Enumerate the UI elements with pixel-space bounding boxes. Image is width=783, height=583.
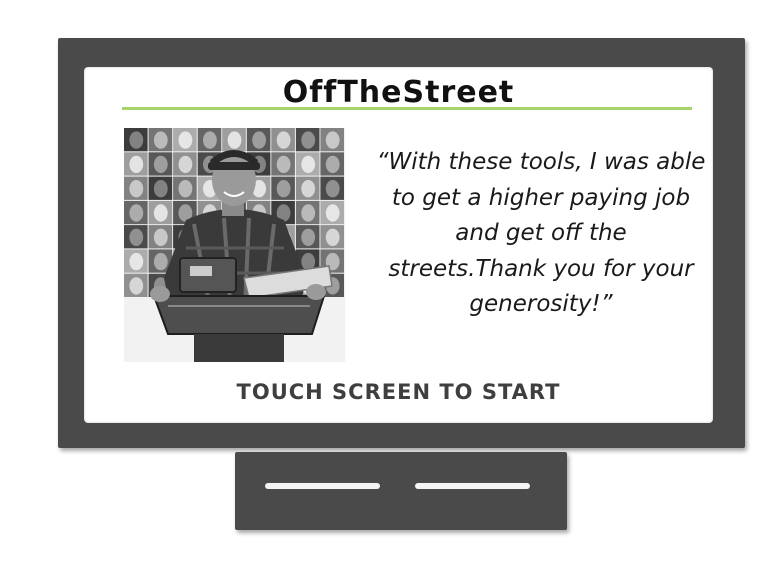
collage-portrait-face xyxy=(252,131,266,149)
collage-portrait-face xyxy=(325,180,340,198)
collage-portrait-face xyxy=(129,155,144,174)
touch-to-start-label[interactable]: TOUCH SCREEN TO START xyxy=(84,380,713,404)
testimonial-quote: “With these tools, I was able to get a h… xyxy=(376,149,706,317)
collage-portrait-face xyxy=(276,180,291,198)
collage-portrait-face xyxy=(301,180,316,198)
collage-portrait-face xyxy=(325,131,340,149)
collage-portrait-face xyxy=(129,180,144,198)
collage-portrait-face xyxy=(227,131,242,149)
collage-portrait-face xyxy=(325,228,340,246)
collage-portrait-face xyxy=(301,228,316,246)
collage-portrait-face xyxy=(129,228,144,246)
collage-portrait-face xyxy=(325,155,340,174)
collage-portrait-face xyxy=(129,131,144,149)
card-slot-left xyxy=(265,483,380,489)
collage-portrait-face xyxy=(301,131,316,149)
collage-portrait-face xyxy=(301,204,316,222)
brand-title: OffTheStreet xyxy=(282,75,515,110)
collage-portrait-face xyxy=(178,131,193,149)
collage-portrait-face xyxy=(129,204,144,222)
title-underline xyxy=(122,107,692,110)
kiosk: OffTheStreet “With these tools, I was ab… xyxy=(0,0,783,583)
collage-portrait-face xyxy=(276,155,291,174)
collage-portrait-face xyxy=(301,155,316,174)
collage-portrait-face xyxy=(325,204,340,222)
card-slot-right xyxy=(415,483,530,489)
kiosk-base xyxy=(235,452,567,530)
collage-portrait-face xyxy=(276,131,291,149)
testimonial-photo xyxy=(124,128,345,362)
collage-portrait-face xyxy=(178,155,193,174)
touch-screen[interactable]: OffTheStreet “With these tools, I was ab… xyxy=(84,67,713,423)
collage-portrait-face xyxy=(153,228,168,246)
collage-portrait-face xyxy=(203,131,217,149)
collage-portrait-face xyxy=(153,131,168,149)
collage-portrait-face xyxy=(129,252,144,271)
collage-portrait-face xyxy=(178,180,193,198)
collage-portrait-face xyxy=(153,180,168,198)
collage-portrait-face xyxy=(153,252,168,271)
collage-portrait-face xyxy=(129,277,144,295)
collage-portrait-face xyxy=(153,155,168,174)
collage-portrait-face xyxy=(153,204,168,222)
